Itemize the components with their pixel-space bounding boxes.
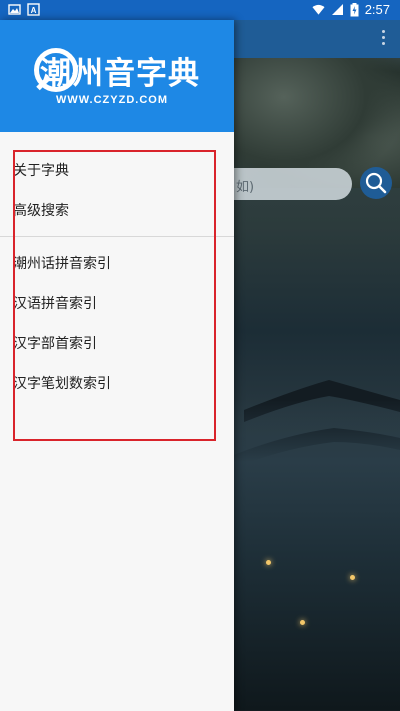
logo-title: 潮州音字典 xyxy=(40,56,200,92)
wifi-icon xyxy=(312,4,325,15)
logo-url: WWW.CZYZD.COM xyxy=(56,94,168,106)
menu-item-label: 汉字部首索引 xyxy=(13,336,97,352)
status-right-icons: 2:57 xyxy=(312,2,390,17)
navigation-drawer: 潮州音字典 WWW.CZYZD.COM 关于字典 高级搜索 潮州话拼音索引 汉语… xyxy=(0,20,234,711)
menu-item-radical-index[interactable]: 汉字部首索引 xyxy=(0,323,234,363)
search-icon xyxy=(365,172,387,194)
menu-item-label: 潮州话拼音索引 xyxy=(13,256,111,272)
background-search-button[interactable] xyxy=(360,167,392,199)
image-icon xyxy=(8,4,21,15)
background-pagoda-base xyxy=(234,400,400,710)
overflow-menu-icon[interactable] xyxy=(380,30,386,48)
menu-section-primary: 关于字典 高级搜索 xyxy=(0,132,234,230)
menu-item-advanced-search[interactable]: 高级搜索 xyxy=(0,190,234,230)
background-lantern xyxy=(300,620,305,625)
menu-item-label: 高级搜索 xyxy=(13,203,69,219)
status-left-icons: A xyxy=(8,3,40,16)
battery-charging-icon xyxy=(350,2,359,16)
background-lantern xyxy=(266,560,271,565)
menu-item-label: 关于字典 xyxy=(13,163,69,179)
menu-item-teochew-pinyin-index[interactable]: 潮州话拼音索引 xyxy=(0,243,234,283)
menu-section-index: 潮州话拼音索引 汉语拼音索引 汉字部首索引 汉字笔划数索引 xyxy=(0,243,234,403)
menu-item-stroke-count-index[interactable]: 汉字笔划数索引 xyxy=(0,363,234,403)
status-bar: A 2:57 xyxy=(0,0,400,20)
background-search-placeholder: 如) xyxy=(236,180,255,195)
app-logo: 潮州音字典 WWW.CZYZD.COM xyxy=(34,44,204,114)
menu-item-about-dictionary[interactable]: 关于字典 xyxy=(0,150,234,190)
menu-item-label: 汉字笔划数索引 xyxy=(13,376,111,392)
font-icon: A xyxy=(27,3,40,16)
status-time: 2:57 xyxy=(364,2,390,17)
menu-item-hanyu-pinyin-index[interactable]: 汉语拼音索引 xyxy=(0,283,234,323)
menu-divider xyxy=(0,236,234,237)
signal-icon xyxy=(331,4,343,15)
drawer-header: 潮州音字典 WWW.CZYZD.COM xyxy=(0,20,234,132)
svg-text:A: A xyxy=(31,6,37,15)
menu-item-label: 汉语拼音索引 xyxy=(13,296,97,312)
background-lantern xyxy=(350,575,355,580)
